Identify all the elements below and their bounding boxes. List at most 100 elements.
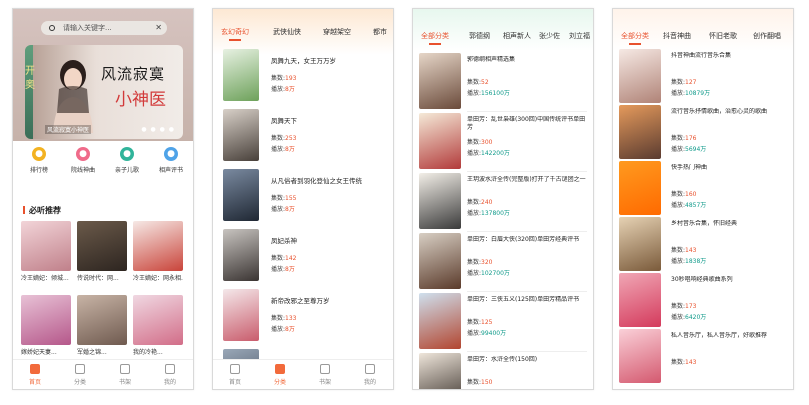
tab-category-1[interactable]: 武侠仙侠 [273, 27, 301, 37]
tab-crosstalk-3[interactable]: 张少佐 [539, 31, 560, 41]
tab-category-0[interactable]: 玄幻奇幻 [221, 27, 249, 41]
audio-row[interactable]: 单田芳：三侠五义(125回)单田芳精品评书 集数:125 播放:99400万 [419, 293, 591, 351]
play-count: 播放:10879万 [671, 88, 710, 97]
tab-music-3[interactable]: 创作翻唱 [753, 31, 781, 41]
book-cover [77, 221, 127, 271]
music-row[interactable]: 30秒唱响经典歌曲系列 集数:173 播放:6420万 [619, 273, 791, 329]
play-label: 播放: [671, 146, 686, 153]
book-row[interactable]: 从凡俗者到羽化登仙之女王传统 集数:155 播放:8万 [223, 169, 388, 225]
episode-label: 集数: [271, 255, 286, 262]
close-icon[interactable]: ✕ [155, 21, 162, 35]
crosstalk-screen: 全部分类 郭德纲 相声新人 张少佐 刘立福 郭德纲相声精选集 集数:52 播放:156100… [412, 8, 594, 390]
recommendation-item[interactable]: 我的冷艳... [133, 295, 183, 356]
quick-link-label: 院线神曲 [70, 167, 95, 174]
tab-home[interactable]: 首页 [215, 364, 255, 386]
recommendation-item[interactable]: 冷王嫡妃：倾城... [21, 221, 71, 282]
music-row[interactable]: 流行音乐抒情歌曲，治愈心灵的歌曲 集数:176 播放:5694万 [619, 105, 791, 161]
music-cover [619, 329, 661, 383]
music-row[interactable]: 乡村音乐合集，怀旧经典 集数:143 播放:1838万 [619, 217, 791, 273]
audio-row[interactable]: 王玥波水浒全传(完整版)打开了千古谜团之一 集数:240 播放:137800万 [419, 173, 591, 231]
book-cover [21, 295, 71, 345]
tab-category-2[interactable]: 穿越架空 [323, 27, 351, 37]
audio-row[interactable]: 单田芳：白眉大侠(320回)单田芳经典评书 集数:320 播放:102700万 [419, 233, 591, 291]
quick-link-1[interactable]: ● 院线神曲 [61, 147, 105, 174]
music-row[interactable]: 抖音神曲流行音乐合集 集数:127 播放:10879万 [619, 49, 791, 105]
tab-crosstalk-1[interactable]: 郭德纲 [469, 31, 490, 41]
tab-bookshelf[interactable]: 书架 [105, 364, 145, 386]
book-row[interactable]: 新帝改邪之至尊万岁 集数:133 播放:8万 [223, 289, 388, 345]
row-divider [467, 291, 587, 292]
search-bar[interactable]: 请输入关键字... ✕ [41, 21, 167, 35]
tab-music-1[interactable]: 抖音神曲 [663, 31, 691, 41]
hero-banner[interactable]: 开奥 风流寂寞 小神医 风流寂寞小神医 ● ● ● ● [25, 45, 183, 139]
section-title: 必听推荐 [23, 205, 61, 216]
tab-bookshelf[interactable]: 书架 [305, 364, 345, 386]
tab-crosstalk-4[interactable]: 刘立福 [569, 31, 590, 41]
book-cover [133, 295, 183, 345]
music-row[interactable]: 快手热门神曲 集数:160 播放:4857万 [619, 161, 791, 217]
music-row[interactable]: 私人音乐厅，私人音乐厅，好歌推荐 集数:143 [619, 329, 791, 385]
audio-row[interactable]: 单田芳：水浒全传(150回) 集数:150 [419, 353, 591, 389]
bookshelf-icon [320, 364, 330, 374]
episode-count: 集数:176 [671, 133, 696, 142]
book-row[interactable]: 凤舞天下 集数:253 播放:8万 [223, 109, 388, 165]
tab-category-3[interactable]: 都市 [373, 27, 387, 37]
music-cover [619, 273, 661, 327]
tab-music-2[interactable]: 怀旧老歌 [709, 31, 737, 41]
tab-crosstalk-2[interactable]: 相声新人 [503, 31, 531, 41]
carousel-dots[interactable]: ● ● ● ● [141, 126, 175, 133]
recommendation-item[interactable]: 军婚之锦... [77, 295, 127, 356]
tab-music-0[interactable]: 全部分类 [621, 31, 649, 45]
tab-category[interactable]: 分类 [260, 364, 300, 386]
play-label: 播放: [671, 202, 686, 209]
tab-profile[interactable]: 我的 [350, 364, 390, 386]
episode-label: 集数: [271, 135, 286, 142]
quick-link-0[interactable]: ● 排行榜 [17, 147, 61, 174]
tab-crosstalk-0[interactable]: 全部分类 [421, 31, 449, 45]
tab-label: 我的 [363, 379, 376, 386]
child-icon: ● [120, 147, 134, 161]
book-cover [223, 49, 259, 101]
episode-count: 集数:143 [671, 357, 696, 366]
book-title: 我的冷艳... [133, 349, 163, 356]
book-row[interactable]: 凤妃杀神 集数:142 播放:8万 [223, 229, 388, 285]
banner-title-line2: 小神医 [115, 90, 166, 110]
book-title: 凤舞九天，女王万万岁 [271, 57, 336, 65]
play-value: 6420万 [685, 314, 707, 321]
audio-row[interactable]: 单田芳：乱世枭雄(300回)中国传统评书单田芳 集数:300 播放:142200万 [419, 113, 591, 171]
recommendation-item[interactable]: 嫁娇妃天妻... [21, 295, 71, 356]
play-value: 102700万 [481, 270, 510, 277]
audio-title: 单田芳：白眉大侠(320回)单田芳经典评书 [467, 236, 580, 243]
book-title: 传说时代：网... [77, 275, 119, 282]
episode-count: 集数:193 [271, 73, 296, 82]
episode-count: 集数:240 [467, 197, 492, 206]
music-title: 抖音神曲流行音乐合集 [671, 52, 732, 59]
search-input[interactable]: 请输入关键字... [63, 24, 112, 32]
play-count: 播放:8万 [271, 204, 295, 213]
quick-link-2[interactable]: ● 亲子儿歌 [105, 147, 149, 174]
episode-count: 集数:127 [671, 77, 696, 86]
book-row[interactable]: 凤舞九天，女王万万岁 集数:193 播放:8万 [223, 49, 388, 105]
play-value: 8万 [285, 206, 295, 213]
banner-character-image [53, 60, 93, 133]
book-cover [133, 221, 183, 271]
book-cover [21, 221, 71, 271]
quick-link-3[interactable]: ● 相声评书 [149, 147, 193, 174]
music-title: 快手热门神曲 [671, 164, 708, 171]
audio-row[interactable]: 郭德纲相声精选集 集数:52 播放:156100万 [419, 53, 591, 111]
episode-count: 集数:173 [671, 301, 696, 310]
tab-home[interactable]: 首页 [15, 364, 55, 386]
play-count: 播放:8万 [271, 264, 295, 273]
episode-value: 176 [685, 135, 697, 142]
tab-profile[interactable]: 我的 [150, 364, 190, 386]
home-icon [30, 364, 40, 374]
book-title: 嫁娇妃天妻... [21, 349, 57, 356]
recommendation-item[interactable]: 冷王嫡妃：网永相... [133, 221, 183, 282]
episode-count: 集数:320 [467, 257, 492, 266]
book-title: 冷王嫡妃：网永相... [133, 275, 183, 282]
play-value: 10879万 [685, 90, 711, 97]
play-count: 播放:142200万 [467, 148, 510, 157]
recommendation-item[interactable]: 传说时代：网... [77, 221, 127, 282]
episode-value: 193 [285, 75, 297, 82]
tab-category[interactable]: 分类 [60, 364, 100, 386]
